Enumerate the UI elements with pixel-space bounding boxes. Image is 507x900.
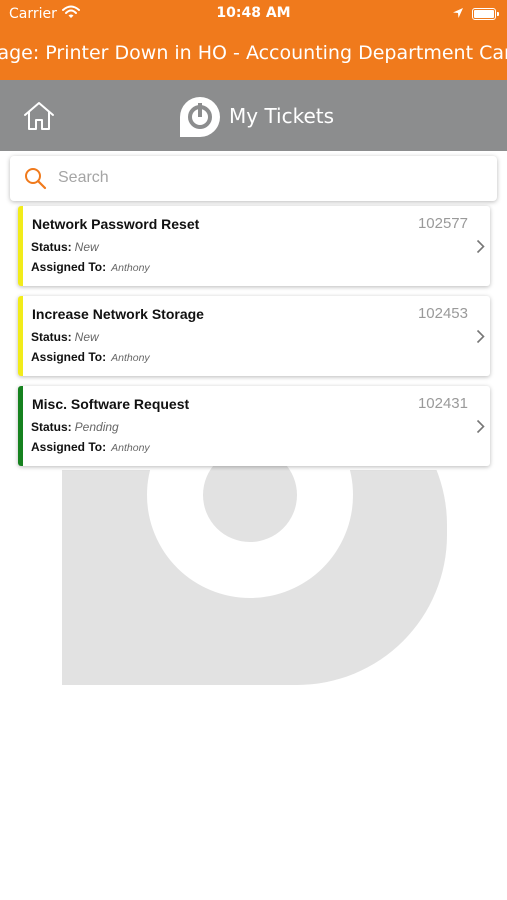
home-icon[interactable] <box>22 100 56 132</box>
status-label: Status: <box>31 240 72 254</box>
chevron-right-icon <box>476 329 485 344</box>
banner-text: Outage: Printer Down in HO - Accounting … <box>0 42 507 64</box>
ticket-number: 102431 <box>417 395 468 412</box>
ticket-card[interactable]: Increase Network Storage 102453 Status: N… <box>18 296 490 376</box>
status-label: Status: <box>31 330 72 344</box>
priority-bar <box>18 296 23 376</box>
clock: 10:48 AM <box>216 5 291 21</box>
assigned-value: Anthony <box>111 262 150 274</box>
chevron-right-icon <box>476 419 485 434</box>
page-title: My Tickets <box>229 104 335 128</box>
status-value: New <box>74 330 99 344</box>
ticket-card[interactable]: Network Password Reset 102577 Status: New… <box>18 206 490 286</box>
search-input[interactable] <box>58 164 478 192</box>
assigned-value: Anthony <box>111 442 150 454</box>
status-bar: Carrier 10:48 AM <box>0 0 507 30</box>
assigned-label: Assigned To: <box>31 440 107 454</box>
ticket-card[interactable]: Misc. Software Request 102431 Status: Pen… <box>18 386 490 466</box>
status-label: Status: <box>31 420 72 434</box>
priority-bar <box>18 386 23 466</box>
status-value: Pending <box>74 420 119 434</box>
ticket-number: 102453 <box>417 305 468 322</box>
nav-bar: My Tickets <box>0 80 507 151</box>
search-icon <box>25 168 47 190</box>
ticket-title: Increase Network Storage <box>32 306 204 322</box>
assigned-value: Anthony <box>111 352 150 364</box>
assigned-label: Assigned To: <box>31 350 107 364</box>
app-logo-icon <box>180 97 220 137</box>
ticket-title: Misc. Software Request <box>32 396 190 412</box>
search-bar <box>10 156 497 201</box>
announcement-banner[interactable]: Outage: Printer Down in HO - Accounting … <box>0 30 507 80</box>
priority-bar <box>18 206 23 286</box>
chevron-right-icon <box>476 239 485 254</box>
ticket-title: Network Password Reset <box>32 216 200 232</box>
assigned-label: Assigned To: <box>31 260 107 274</box>
battery-icon <box>472 8 499 20</box>
location-arrow-icon <box>453 8 463 18</box>
status-value: New <box>74 240 99 254</box>
ticket-number: 102577 <box>417 215 468 232</box>
